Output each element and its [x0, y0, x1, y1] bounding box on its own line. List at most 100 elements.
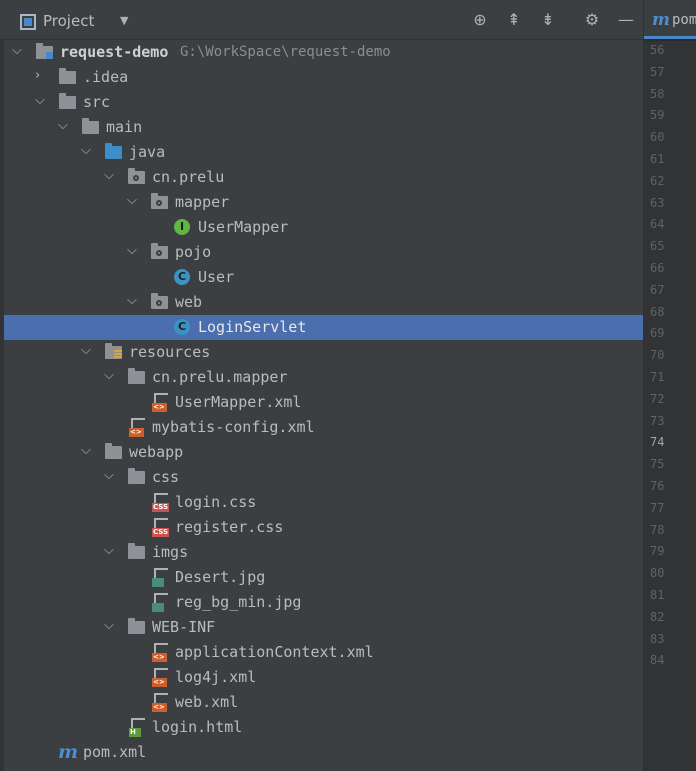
settings-icon[interactable]: ⚙ — [581, 9, 603, 31]
folder-icon — [128, 468, 145, 484]
tree-node-label: .idea — [83, 68, 129, 86]
web-folder-icon — [105, 443, 122, 459]
chevron-down-icon[interactable]: ⌵ — [81, 143, 95, 161]
line-number: 74 — [650, 435, 665, 450]
line-number: 83 — [650, 631, 665, 646]
folder-icon — [59, 93, 76, 109]
maven-icon: m — [58, 741, 79, 763]
tree-node-webapp[interactable]: ⌵ webapp — [0, 440, 643, 465]
view-dropdown-icon[interactable]: ▼ — [120, 14, 128, 27]
xml-file-icon: <> — [152, 643, 168, 662]
tree-node-package-pojo[interactable]: ⌵ pojo — [0, 240, 643, 265]
tree-node-label: log4j.xml — [175, 668, 257, 686]
line-number: 69 — [650, 326, 665, 341]
chevron-right-icon[interactable]: › — [35, 68, 49, 86]
tree-node-main[interactable]: ⌵ main — [0, 115, 643, 140]
line-number: 62 — [650, 173, 665, 188]
tree-node-package-cn-prelu[interactable]: ⌵ cn.prelu — [0, 165, 643, 190]
tree-node-login-css[interactable]: CSS login.css — [0, 490, 643, 515]
chevron-down-icon[interactable]: ⌵ — [127, 193, 141, 211]
css-file-icon: CSS — [152, 518, 170, 537]
tree-node-label: reg_bg_min.jpg — [175, 593, 302, 611]
project-panel: Project ▼ ⊕ ⇞ ⇟ ⚙ — ⌵ request-demo G:\Wo… — [0, 0, 643, 771]
chevron-down-icon[interactable]: ⌵ — [104, 543, 118, 561]
chevron-down-icon[interactable]: ⌵ — [127, 243, 141, 261]
tree-node-register-css[interactable]: CSS register.css — [0, 515, 643, 540]
tree-node-label: Desert.jpg — [175, 568, 266, 586]
tree-node-loginservlet[interactable]: C LoginServlet — [4, 315, 643, 340]
tree-node-resources[interactable]: ⌵ resources — [0, 340, 643, 365]
tree-node-package-mapper[interactable]: ⌵ mapper — [0, 190, 643, 215]
tree-node-user[interactable]: C User — [0, 265, 643, 290]
tree-node-imgs[interactable]: ⌵ imgs — [0, 540, 643, 565]
chevron-down-icon[interactable]: ⌵ — [104, 468, 118, 486]
tree-node-request-demo[interactable]: ⌵ request-demo G:\WorkSpace\request-demo — [0, 40, 643, 65]
chevron-down-icon[interactable]: ⌵ — [12, 43, 26, 61]
chevron-down-icon[interactable]: ⌵ — [35, 93, 49, 111]
collapse-all-icon[interactable]: ⇟ — [537, 9, 559, 31]
tree-node-label: webapp — [129, 443, 184, 461]
line-number: 66 — [650, 261, 665, 275]
folder-icon — [128, 368, 145, 384]
chevron-down-icon[interactable]: ⌵ — [104, 168, 118, 186]
editor-area: m pom 56 57 58 59 60 61 62 63 64 65 66 67 68 69 70 71 72… — [643, 0, 696, 771]
line-number: 84 — [650, 653, 665, 668]
tree-node-desert-jpg[interactable]: Desert.jpg — [0, 565, 643, 590]
chevron-down-icon[interactable]: ⌵ — [104, 618, 118, 636]
tree-node-src[interactable]: ⌵ src — [0, 90, 643, 115]
tree-node-label: applicationContext.xml — [175, 643, 374, 661]
tree-node-css[interactable]: ⌵ css — [0, 465, 643, 490]
chevron-down-icon[interactable]: ⌵ — [104, 368, 118, 386]
tree-node-java[interactable]: ⌵ java — [0, 140, 643, 165]
xml-file-icon: <> — [152, 393, 168, 412]
html-file-icon: H — [129, 718, 145, 737]
class-icon: C — [174, 269, 190, 285]
folder-icon — [59, 68, 76, 84]
line-number: 68 — [650, 304, 665, 319]
tree-node-idea[interactable]: › .idea — [0, 65, 643, 90]
package-icon — [151, 293, 168, 309]
line-number: 80 — [650, 566, 665, 581]
project-icon — [20, 14, 36, 30]
resources-folder-icon — [105, 343, 122, 359]
tree-node-web-xml[interactable]: <> web.xml — [0, 690, 643, 715]
editor-tab-pom[interactable]: m pom — [644, 0, 696, 39]
line-number: 81 — [650, 588, 665, 602]
tree-node-web-inf[interactable]: ⌵ WEB-INF — [0, 615, 643, 640]
line-number: 78 — [650, 522, 665, 537]
tree-node-label: login.css — [175, 493, 257, 511]
tree-node-pom-xml[interactable]: m pom.xml — [0, 740, 643, 765]
tree-node-applicationcontext[interactable]: <> applicationContext.xml — [0, 640, 643, 665]
tree-node-label: web.xml — [175, 693, 239, 711]
line-number: 60 — [650, 130, 665, 145]
expand-all-icon[interactable]: ⇞ — [503, 9, 525, 31]
chevron-down-icon[interactable]: ⌵ — [58, 118, 72, 136]
tree-node-label: mapper — [175, 193, 230, 211]
module-path: G:\WorkSpace\request-demo — [180, 44, 391, 60]
tree-node-label: WEB-INF — [152, 618, 216, 636]
chevron-down-icon[interactable]: ⌵ — [81, 343, 95, 361]
tree-node-usermapper-xml[interactable]: <> UserMapper.xml — [0, 390, 643, 415]
tree-node-log4j[interactable]: <> log4j.xml — [0, 665, 643, 690]
tree-node-cn-prelu-mapper[interactable]: ⌵ cn.prelu.mapper — [0, 365, 643, 390]
locate-icon[interactable]: ⊕ — [469, 9, 491, 31]
tree-node-package-web[interactable]: ⌵ web — [0, 290, 643, 315]
tree-node-label: pojo — [175, 243, 212, 261]
line-number: 67 — [650, 282, 665, 297]
line-number: 61 — [650, 152, 665, 166]
editor-tab-label: pom — [672, 12, 696, 28]
tree-node-usermapper[interactable]: I UserMapper — [0, 215, 643, 240]
chevron-down-icon[interactable]: ⌵ — [81, 443, 95, 461]
minimize-icon[interactable]: — — [615, 9, 637, 31]
tree-node-login-html[interactable]: H login.html — [0, 715, 643, 740]
xml-file-icon: <> — [152, 693, 168, 712]
panel-title[interactable]: Project — [43, 12, 94, 30]
tree-node-label: UserMapper.xml — [175, 393, 302, 411]
chevron-down-icon[interactable]: ⌵ — [127, 293, 141, 311]
tree-node-label: register.css — [175, 518, 284, 536]
line-number: 70 — [650, 348, 665, 363]
module-folder-icon — [36, 43, 53, 59]
tree-node-label: cn.prelu — [152, 168, 225, 186]
tree-node-mybatis-config[interactable]: <> mybatis-config.xml — [0, 415, 643, 440]
tree-node-reg-bg-jpg[interactable]: reg_bg_min.jpg — [0, 590, 643, 615]
